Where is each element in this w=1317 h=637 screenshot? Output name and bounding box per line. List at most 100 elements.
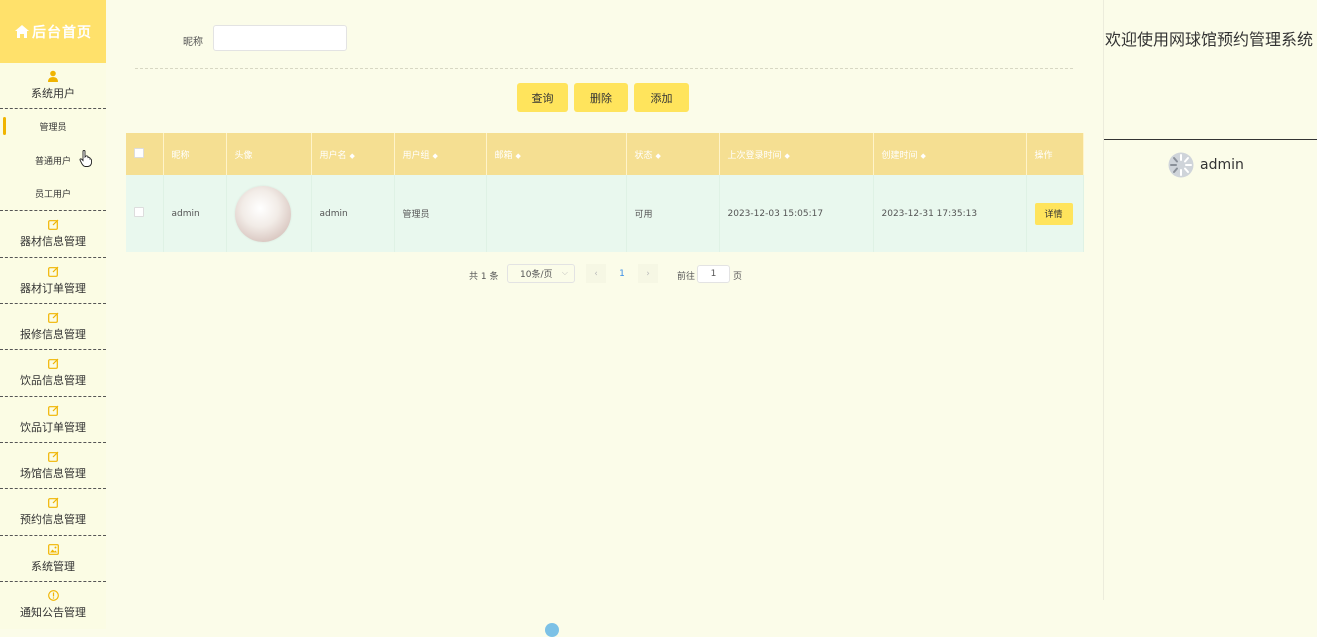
column-header-created[interactable]: 创建时间 ◆	[873, 133, 1027, 175]
menu-group-label: 通知公告管理	[20, 605, 86, 619]
table-header-row: 昵称 头像 用户名 ◆ 用户组 ◆ 邮箱 ◆ 状态 ◆ 上次登录时间 ◆ 创建时间 ◆ 操作	[126, 133, 1084, 175]
menu-group-label: 预约信息管理	[20, 513, 86, 526]
chevron-right-icon: ›	[646, 268, 650, 279]
username-cell: admin	[311, 175, 395, 252]
menu-group-venue-info[interactable]: 场馆信息管理	[0, 443, 106, 489]
picture-icon	[47, 543, 59, 555]
actions-cell: 详情	[1026, 175, 1084, 252]
menu-group-label: 饮品信息管理	[20, 374, 86, 387]
goto-label: 前往	[677, 272, 696, 282]
column-header-email[interactable]: 邮箱 ◆	[486, 133, 627, 175]
sort-icon[interactable]: ◆	[350, 152, 355, 160]
sort-icon[interactable]: ◆	[433, 152, 438, 160]
nickname-cell: admin	[163, 175, 227, 252]
row-checkbox[interactable]	[134, 207, 144, 217]
last-login-cell: 2023-12-03 15:05:17	[719, 175, 874, 252]
welcome-title: 欢迎使用网球馆预约管理系统	[1105, 30, 1314, 49]
goto-page-input[interactable]: 1	[697, 265, 730, 283]
nickname-search-input[interactable]	[213, 25, 347, 51]
user-icon	[48, 70, 58, 82]
avatar-cell	[226, 175, 312, 252]
sidebar-item-normal-user[interactable]: 普通用户	[0, 143, 106, 177]
search-label: 昵称	[183, 37, 203, 48]
add-button[interactable]: 添加	[634, 83, 689, 112]
edit-icon	[47, 405, 58, 416]
detail-button[interactable]: 详情	[1034, 202, 1073, 225]
status-cell: 可用	[626, 175, 720, 252]
avatar	[234, 185, 291, 242]
sidebar-item-label: 员工用户	[34, 190, 71, 200]
column-header-label: 上次登录时间	[727, 150, 782, 161]
menu-group-drink-order[interactable]: 饮品订单管理	[0, 397, 106, 443]
total-count: 共 1 条	[469, 272, 499, 282]
column-header-last-login[interactable]: 上次登录时间 ◆	[719, 133, 874, 175]
column-header-label: 操作	[1034, 150, 1053, 161]
sidebar: 后台首页 系统用户 管理员 普通用户 员工用户 器材信息管理 器材订单管理 报修…	[0, 0, 106, 629]
column-header-username[interactable]: 用户名 ◆	[311, 133, 395, 175]
menu-group-reservation-info[interactable]: 预约信息管理	[0, 489, 106, 536]
column-header-label: 创建时间	[881, 150, 918, 161]
menu-group-drink-info[interactable]: 饮品信息管理	[0, 350, 106, 397]
sort-icon[interactable]: ◆	[921, 152, 926, 160]
menu-group-notice[interactable]: 通知公告管理	[0, 582, 106, 627]
right-panel-separator	[1104, 139, 1317, 140]
edit-icon	[47, 358, 58, 369]
sort-icon[interactable]: ◆	[656, 152, 661, 160]
column-header-label: 用户名	[319, 150, 347, 161]
sidebar-item-admin[interactable]: 管理员	[0, 109, 106, 143]
column-header-label: 邮箱	[494, 150, 513, 161]
created-cell: 2023-12-31 17:35:13	[873, 175, 1027, 252]
query-button[interactable]: 查询	[517, 83, 568, 112]
menu-group-label: 饮品订单管理	[20, 420, 86, 434]
edit-icon	[47, 497, 58, 508]
column-header-label: 用户组	[402, 150, 430, 161]
table-row: admin admin 管理员 可用 2023-12-03 15:05:17 2…	[126, 175, 1084, 252]
row-select-cell	[126, 175, 164, 252]
menu-group-equipment-info[interactable]: 器材信息管理	[0, 211, 106, 258]
sidebar-item-label: 普通用户	[34, 156, 71, 167]
delete-button[interactable]: 删除	[574, 83, 628, 112]
home-link[interactable]: 后台首页	[0, 0, 106, 63]
menu-group-label: 器材信息管理	[20, 235, 86, 248]
menu-group-label: 报修信息管理	[20, 327, 86, 341]
hand-cursor-icon	[79, 150, 92, 167]
menu-group-label: 系统用户	[31, 87, 75, 100]
page-size-select[interactable]: 10条/页 ⌵	[507, 264, 575, 283]
edit-icon	[47, 312, 58, 323]
floating-circle-icon[interactable]	[545, 623, 559, 637]
sort-icon[interactable]: ◆	[785, 152, 790, 160]
logo-title: 后台首页	[32, 24, 92, 41]
menu-group-label: 场馆信息管理	[20, 466, 86, 480]
menu-group-label: 器材订单管理	[20, 281, 86, 295]
sidebar-item-label: 管理员	[39, 122, 67, 133]
email-cell	[486, 175, 627, 252]
home-icon	[15, 25, 29, 38]
user-menu[interactable]: admin	[1168, 152, 1244, 178]
chevron-left-icon: ‹	[594, 268, 598, 279]
sidebar-item-staff-user[interactable]: 员工用户	[0, 177, 106, 211]
menu-group-system-management[interactable]: 系统管理	[0, 536, 106, 582]
next-page-button[interactable]: ›	[638, 264, 658, 283]
edit-icon	[47, 219, 58, 230]
menu-group-equipment-order[interactable]: 器材订单管理	[0, 258, 106, 304]
column-header-actions: 操作	[1026, 133, 1084, 175]
divider	[135, 68, 1073, 69]
info-icon	[47, 589, 59, 601]
page-unit-label: 页	[733, 272, 743, 282]
select-all-checkbox[interactable]	[134, 147, 144, 158]
edit-icon	[47, 451, 58, 462]
edit-icon	[47, 266, 58, 277]
menu-group-repair-info[interactable]: 报修信息管理	[0, 304, 106, 350]
user-table: 昵称 头像 用户名 ◆ 用户组 ◆ 邮箱 ◆ 状态 ◆ 上次登录时间 ◆ 创建时间 ◆ 操作…	[126, 133, 1084, 252]
prev-page-button[interactable]: ‹	[586, 264, 606, 283]
column-header-status[interactable]: 状态 ◆	[626, 133, 720, 175]
page-number-current[interactable]: 1	[612, 264, 632, 283]
menu-group-system-users[interactable]: 系统用户	[0, 63, 106, 109]
chevron-down-icon: ⌵	[561, 268, 568, 277]
user-name: admin	[1200, 157, 1244, 173]
column-header-label: 状态	[634, 150, 653, 161]
sort-icon[interactable]: ◆	[516, 152, 521, 160]
column-header-group[interactable]: 用户组 ◆	[394, 133, 487, 175]
column-header-label: 头像	[234, 150, 253, 161]
page-size-value: 10条/页	[520, 270, 553, 280]
